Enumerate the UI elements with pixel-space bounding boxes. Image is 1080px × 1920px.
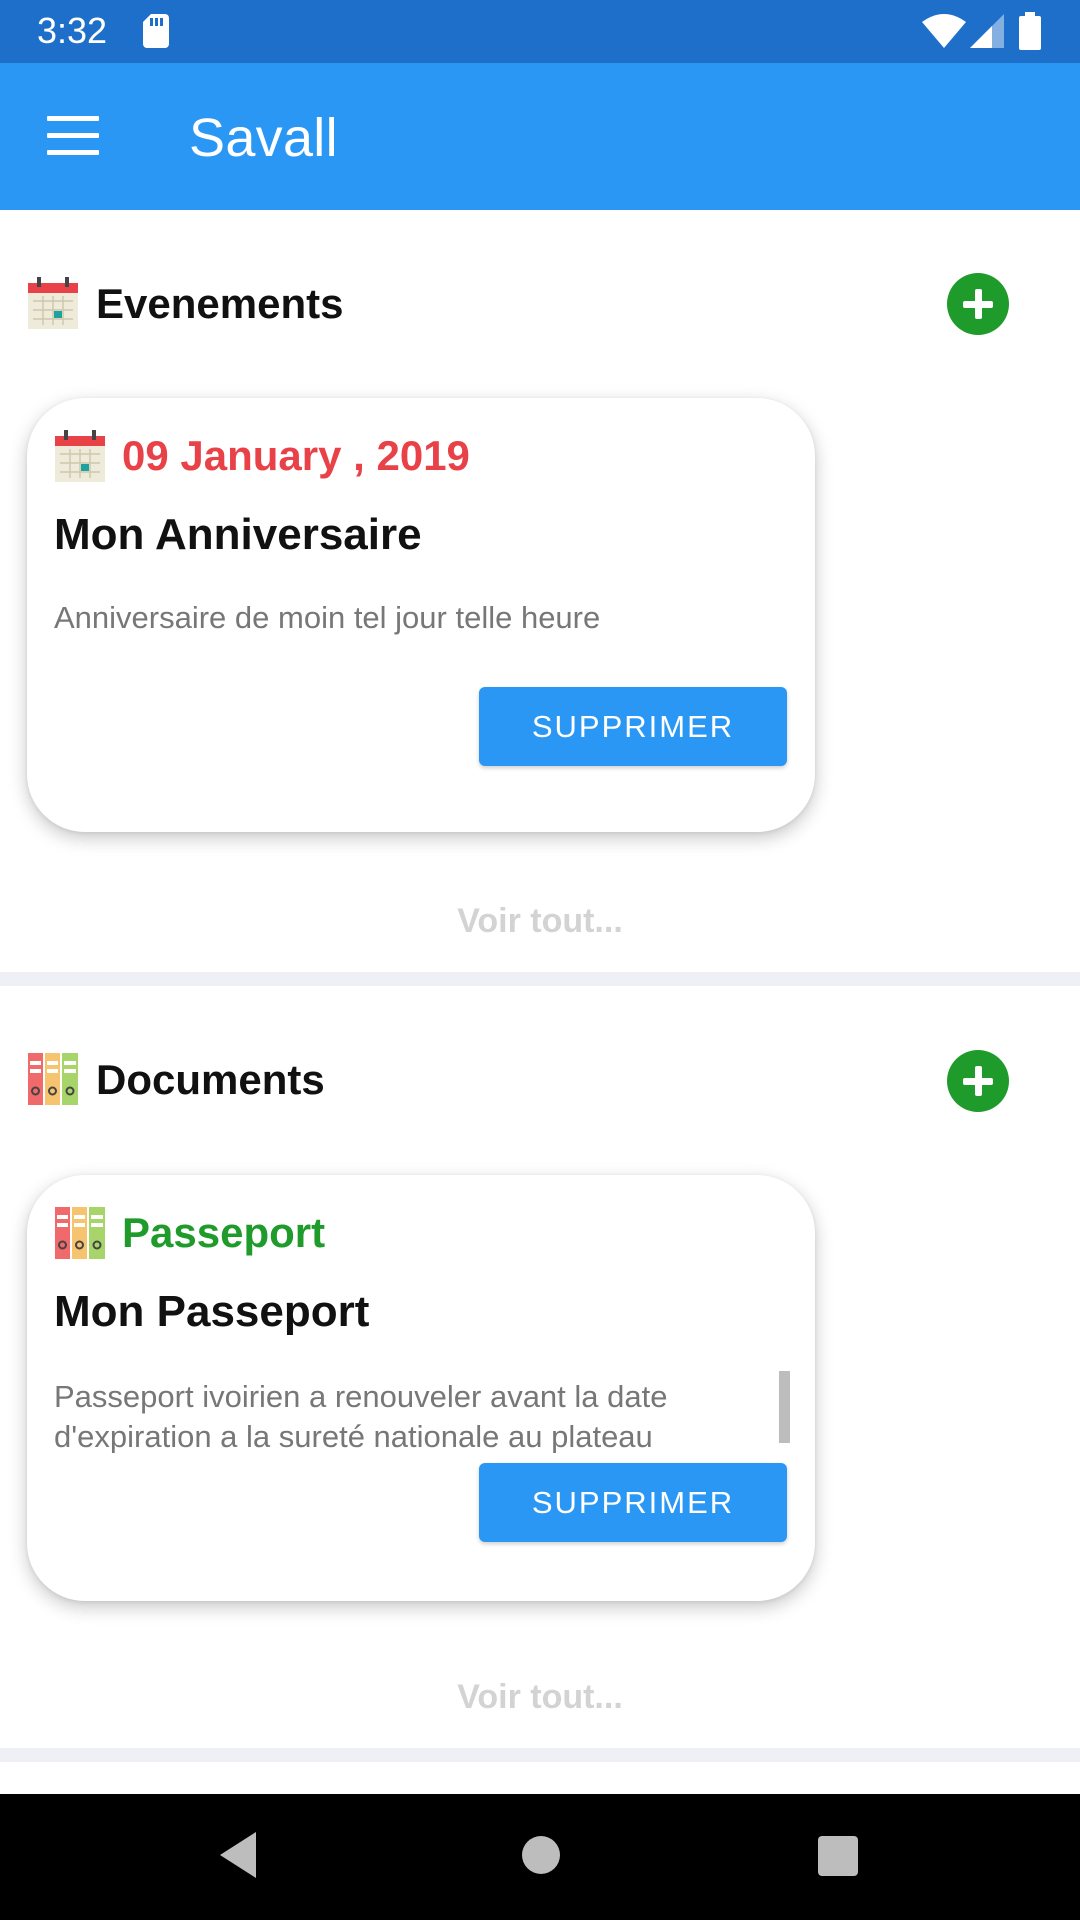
wifi-icon bbox=[922, 14, 966, 48]
battery-icon bbox=[1019, 12, 1041, 50]
documents-section-title: Documents bbox=[96, 1056, 325, 1103]
delete-event-button[interactable]: SUPPRIMER bbox=[479, 687, 787, 766]
events-see-all-link[interactable]: Voir tout... bbox=[0, 902, 1080, 941]
event-date: 09 January , 2019 bbox=[122, 432, 470, 479]
delete-document-button[interactable]: SUPPRIMER bbox=[479, 1463, 787, 1542]
document-card[interactable]: Passeport Mon Passeport Passeport ivoiri… bbox=[27, 1175, 815, 1601]
sd-card-icon bbox=[143, 14, 169, 48]
events-section-title: Evenements bbox=[96, 280, 344, 327]
app-bar: Savall bbox=[0, 63, 1080, 210]
app-title: Savall bbox=[189, 108, 338, 168]
back-icon[interactable] bbox=[216, 1830, 260, 1880]
hamburger-menu-icon[interactable] bbox=[47, 116, 99, 156]
documents-see-all-link[interactable]: Voir tout... bbox=[0, 1678, 1080, 1717]
document-category: Passeport bbox=[122, 1209, 326, 1256]
calendar-icon bbox=[55, 430, 105, 482]
event-title: Mon Anniversaire bbox=[54, 510, 422, 559]
binders-icon bbox=[55, 1207, 105, 1259]
home-icon[interactable] bbox=[522, 1836, 560, 1874]
add-document-button[interactable] bbox=[947, 1050, 1009, 1112]
document-description: Passeport ivoirien a renouveler avant la… bbox=[54, 1379, 668, 1453]
section-divider bbox=[0, 1748, 1080, 1762]
section-divider bbox=[0, 972, 1080, 986]
description-scrollbar[interactable] bbox=[779, 1371, 790, 1443]
calendar-icon bbox=[28, 277, 78, 329]
recent-apps-icon[interactable] bbox=[818, 1836, 858, 1876]
status-time: 3:32 bbox=[37, 10, 108, 51]
status-bar: 3:32 bbox=[0, 0, 1080, 63]
signal-icon bbox=[970, 14, 1004, 48]
event-description: Anniversaire de moin tel jour telle heur… bbox=[54, 600, 601, 635]
navigation-bar bbox=[0, 1794, 1080, 1920]
binders-icon bbox=[28, 1053, 78, 1105]
event-card[interactable]: 09 January , 2019 Mon Anniversaire Anniv… bbox=[27, 398, 815, 832]
document-title: Mon Passeport bbox=[54, 1287, 370, 1336]
add-event-button[interactable] bbox=[947, 273, 1009, 335]
